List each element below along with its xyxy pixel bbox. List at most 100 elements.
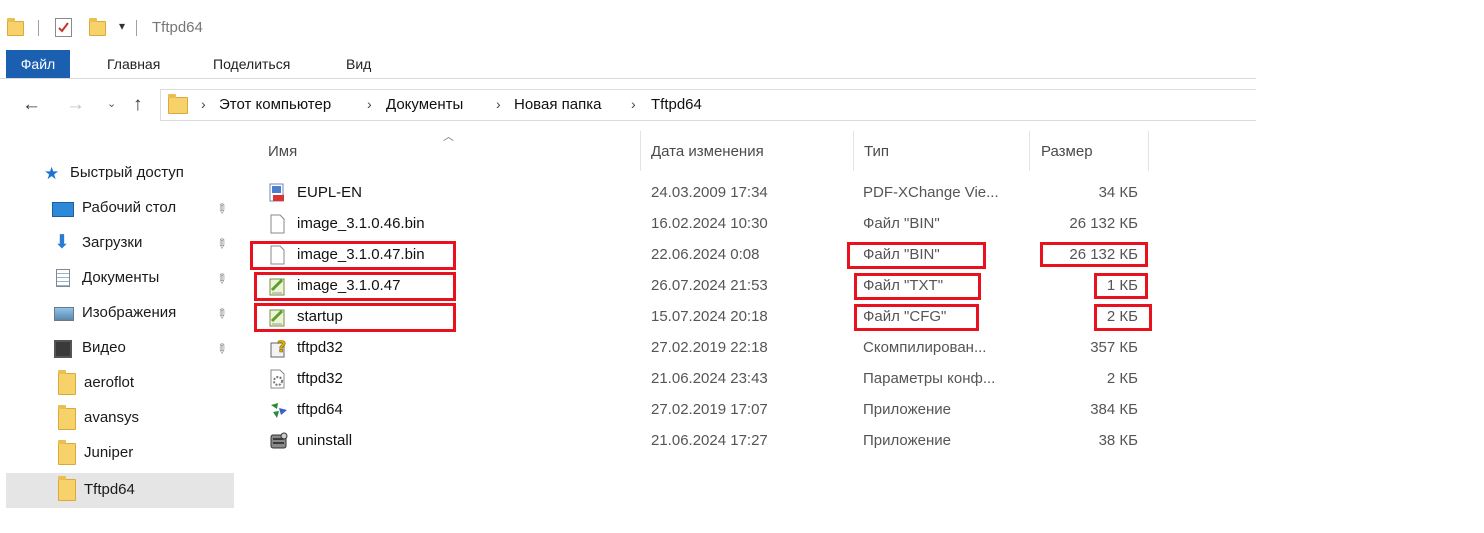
sidebar-item-label: Загрузки [82, 234, 143, 251]
file-row[interactable]: ? tftpd32 27.02.2019 22:18 Скомпилирован… [250, 333, 1150, 363]
file-row[interactable]: image_3.1.0.46.bin 16.02.2024 10:30 Файл… [250, 209, 1150, 239]
folder-icon [58, 370, 76, 395]
sidebar-item-juniper[interactable]: Juniper [6, 438, 234, 470]
app-icon [269, 400, 287, 420]
sidebar-item-label: Изображения [82, 304, 177, 321]
sidebar-item-label: Juniper [84, 444, 134, 461]
recent-locations-icon[interactable]: ⌄ [107, 97, 116, 110]
file-date: 21.06.2024 23:43 [651, 370, 768, 387]
file-name: EUPL-EN [297, 184, 363, 201]
help-file-icon: ? [269, 337, 287, 358]
file-type: Приложение [863, 401, 951, 418]
pictures-icon [54, 307, 74, 321]
highlight-box [1040, 242, 1148, 267]
breadcrumb-this-pc[interactable]: Этот компьютер [219, 96, 331, 113]
file-size: 26 132 КБ [1069, 215, 1138, 232]
uninstall-icon [269, 431, 288, 451]
sidebar-item-documents[interactable]: Документы ✎ [6, 263, 234, 295]
file-name: tftpd32 [297, 339, 343, 356]
column-header-size[interactable]: Размер [1041, 143, 1093, 160]
new-folder-icon[interactable] [89, 18, 106, 36]
divider [38, 20, 39, 36]
tab-file[interactable]: Файл [6, 50, 70, 78]
pin-icon[interactable]: ✎ [212, 234, 231, 253]
sidebar-item-avansys[interactable]: avansys [6, 403, 234, 435]
file-size: 2 КБ [1106, 370, 1138, 387]
sidebar-item-label: Видео [82, 339, 126, 356]
file-name: image_3.1.0.46.bin [297, 215, 425, 232]
folder-icon [7, 18, 24, 36]
column-divider[interactable] [640, 131, 641, 171]
highlight-box [1094, 273, 1148, 299]
file-size: 38 КБ [1098, 432, 1138, 449]
sidebar-item-label: Tftpd64 [84, 481, 135, 498]
documents-icon [56, 269, 70, 287]
file-date: 22.06.2024 0:08 [651, 246, 760, 263]
sort-ascending-icon: ︿ [443, 131, 454, 143]
file-row[interactable]: tftpd32 21.06.2024 23:43 Параметры конф.… [250, 364, 1150, 394]
video-icon [54, 340, 72, 358]
star-icon: ★ [44, 164, 60, 183]
folder-icon [168, 94, 188, 114]
tab-view[interactable]: Вид [346, 56, 371, 72]
sidebar-item-label: aeroflot [84, 374, 135, 391]
pin-icon[interactable]: ✎ [212, 339, 231, 358]
file-name: tftpd64 [297, 401, 343, 418]
breadcrumb-documents[interactable]: Документы [386, 96, 463, 113]
sidebar-item-label: Документы [82, 269, 160, 286]
chevron-right-icon[interactable]: › [631, 96, 636, 112]
file-row[interactable]: uninstall 21.06.2024 17:27 Приложение 38… [250, 426, 1150, 456]
column-divider[interactable] [1029, 131, 1030, 171]
highlight-box [854, 273, 981, 300]
breadcrumb-new-folder[interactable]: Новая папка [514, 96, 601, 113]
file-row[interactable]: EUPL-EN 24.03.2009 17:34 PDF-XChange Vie… [250, 178, 1150, 208]
folder-icon [58, 405, 76, 430]
up-icon[interactable]: ↑ [133, 94, 143, 116]
window-title: Tftpd64 [152, 19, 203, 36]
file-type: Параметры конф... [863, 370, 996, 387]
divider [136, 20, 137, 36]
column-divider[interactable] [1148, 131, 1149, 171]
back-icon[interactable]: ← [22, 94, 41, 116]
file-row[interactable]: tftpd64 27.02.2019 17:07 Приложение 384 … [250, 395, 1150, 425]
highlight-box [1094, 304, 1152, 331]
desktop-icon [52, 202, 74, 217]
sidebar-item-aeroflot[interactable]: aeroflot [6, 368, 234, 400]
ribbon-divider [0, 78, 1256, 79]
file-date: 24.03.2009 17:34 [651, 184, 768, 201]
sidebar-item-pictures[interactable]: Изображения ✎ [6, 298, 234, 330]
file-size: 384 КБ [1090, 401, 1138, 418]
file-date: 27.02.2019 22:18 [651, 339, 768, 356]
folder-icon [58, 440, 76, 465]
settings-file-icon [269, 369, 287, 389]
forward-icon[interactable]: → [66, 94, 85, 116]
file-size: 357 КБ [1090, 339, 1138, 356]
svg-text:?: ? [277, 338, 286, 356]
sidebar-item-tftpd64[interactable]: Tftpd64 [6, 473, 234, 508]
properties-icon[interactable] [55, 18, 72, 37]
pin-icon[interactable]: ✎ [212, 269, 231, 288]
sidebar-item-video[interactable]: Видео ✎ [6, 333, 234, 365]
column-header-type[interactable]: Тип [864, 143, 889, 160]
chevron-right-icon[interactable]: › [201, 96, 206, 112]
pin-icon[interactable]: ✎ [212, 199, 231, 218]
pin-icon[interactable]: ✎ [212, 304, 231, 323]
file-date: 16.02.2024 10:30 [651, 215, 768, 232]
column-header-name[interactable]: Имя [268, 143, 297, 160]
tab-home[interactable]: Главная [107, 56, 160, 72]
column-divider[interactable] [853, 131, 854, 171]
file-type: Файл "BIN" [863, 215, 940, 232]
chevron-right-icon[interactable]: › [496, 96, 501, 112]
sidebar-item-quick-access[interactable]: ★ Быстрый доступ [6, 158, 234, 190]
sidebar-item-downloads[interactable]: ⬇ Загрузки ✎ [6, 228, 234, 260]
breadcrumb-tftpd64[interactable]: Tftpd64 [651, 96, 702, 113]
download-icon: ⬇ [54, 232, 70, 253]
tab-share[interactable]: Поделиться [213, 56, 290, 72]
sidebar-item-desktop[interactable]: Рабочий стол ✎ [6, 193, 234, 225]
file-type: PDF-XChange Vie... [863, 184, 999, 201]
customize-toolbar-icon[interactable]: ▾ [119, 19, 125, 33]
column-header-date[interactable]: Дата изменения [651, 143, 764, 160]
file-date: 15.07.2024 20:18 [651, 308, 768, 325]
folder-icon [58, 476, 76, 501]
chevron-right-icon[interactable]: › [367, 96, 372, 112]
